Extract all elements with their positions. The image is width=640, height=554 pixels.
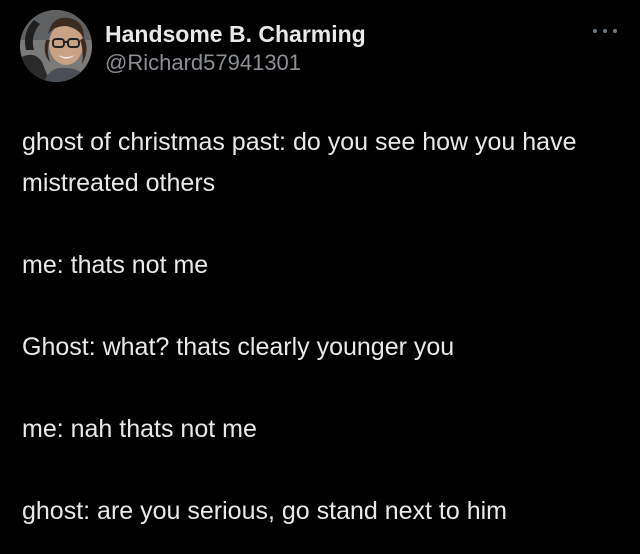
user-handle[interactable]: @Richard57941301 xyxy=(105,49,366,77)
more-horizontal-icon[interactable] xyxy=(592,26,618,36)
avatar[interactable] xyxy=(20,10,92,82)
display-name[interactable]: Handsome B. Charming xyxy=(105,20,366,48)
avatar-photo xyxy=(20,10,92,82)
author-names: Handsome B. Charming @Richard57941301 xyxy=(105,20,366,77)
tweet-text: ghost of christmas past: do you see how … xyxy=(22,122,622,532)
tweet-paragraph: ghost: are you serious, go stand next to… xyxy=(22,497,507,525)
tweet: Handsome B. Charming @Richard57941301 gh… xyxy=(0,0,640,554)
tweet-paragraph: me: nah thats not me xyxy=(22,415,257,443)
tweet-paragraph: Ghost: what? thats clearly younger you xyxy=(22,333,455,361)
tweet-paragraph: ghost of christmas past: do you see how … xyxy=(22,128,577,197)
tweet-paragraph: me: thats not me xyxy=(22,251,209,279)
tweet-header: Handsome B. Charming @Richard57941301 xyxy=(20,10,620,84)
